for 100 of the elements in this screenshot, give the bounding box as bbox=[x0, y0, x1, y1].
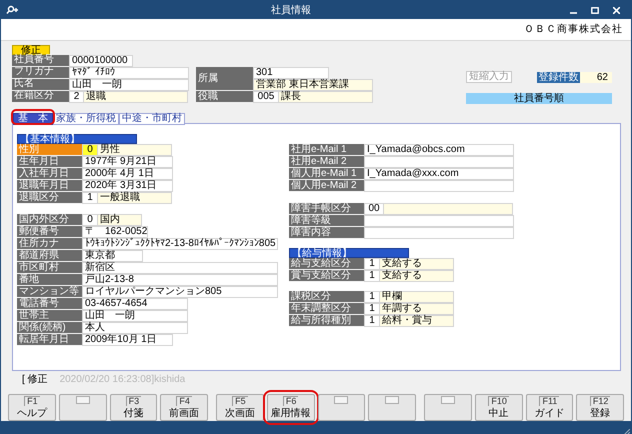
maximize-icon[interactable] bbox=[591, 6, 599, 14]
field-value[interactable]: ﾄｳｷｮｳﾄｼﾝｼﾞｭｸｸﾄﾔﾏ2-13-8ﾛｲﾔﾙﾊﾟｰｸﾏﾝｼｮﾝ805 bbox=[82, 238, 278, 250]
field-label: 市区町村 bbox=[17, 262, 83, 274]
resize-grip-icon[interactable] bbox=[624, 429, 630, 434]
field-label: 障害内容 bbox=[289, 227, 365, 239]
field-value[interactable]: 支給する bbox=[379, 270, 454, 282]
field-value[interactable]: 2020年 3月31日 bbox=[82, 180, 173, 192]
field-value[interactable] bbox=[364, 180, 514, 192]
function-key-button[interactable] bbox=[58, 394, 106, 421]
field-value[interactable] bbox=[364, 215, 514, 227]
field-value[interactable]: 2 bbox=[69, 91, 84, 103]
field-value[interactable]: 山田 一朗 bbox=[82, 310, 188, 322]
field-value[interactable]: 一般退職 bbox=[97, 192, 172, 204]
field-label: 給与所得種別 bbox=[289, 315, 365, 327]
field-label: 転居年月日 bbox=[17, 334, 83, 346]
function-key-button[interactable]: F5 次画面 bbox=[216, 394, 264, 421]
close-icon[interactable] bbox=[613, 6, 620, 14]
company-name: ＯＢＣ商事株式会社 bbox=[524, 22, 623, 37]
record-count-value: 62 bbox=[580, 72, 612, 82]
window-title: 社員情報 bbox=[270, 4, 312, 18]
field-value[interactable]: 課長 bbox=[278, 91, 373, 103]
field-value[interactable]: 甲欄 bbox=[379, 291, 454, 303]
field-value[interactable]: 005 bbox=[253, 91, 279, 103]
field-label: マンション等 bbox=[17, 286, 83, 298]
tab[interactable]: 家族・所得税 bbox=[53, 113, 119, 125]
field-value[interactable]: 営業部 東日本営業課 bbox=[253, 79, 373, 91]
field-value[interactable]: 1 bbox=[364, 270, 380, 282]
function-key-button[interactable]: F11 ガイド bbox=[526, 394, 574, 421]
field-label: 課税区分 bbox=[289, 291, 365, 303]
field-value[interactable]: I_Yamada@obcs.com bbox=[364, 144, 514, 156]
field-value[interactable]: 1977年 9月21日 bbox=[82, 156, 173, 168]
field-value[interactable]: 退職 bbox=[83, 91, 188, 103]
field-label: 在籍区分 bbox=[12, 91, 70, 103]
field-value[interactable]: 0 bbox=[82, 214, 98, 226]
mode-badge: 修正 bbox=[12, 45, 50, 55]
field-label: 番地 bbox=[17, 274, 83, 286]
field-value[interactable] bbox=[383, 203, 513, 215]
field-label: 所属 bbox=[196, 67, 254, 91]
field-value[interactable]: 1 bbox=[82, 192, 98, 204]
field-label: 社用e-Mail 1 bbox=[289, 144, 365, 156]
field-value[interactable]: 本人 bbox=[82, 322, 188, 334]
field-value[interactable]: 2009年10月 1日 bbox=[82, 334, 173, 346]
field-label: 国内外区分 bbox=[17, 214, 83, 226]
field-label: フリガナ bbox=[12, 67, 70, 79]
field-value[interactable]: 03-4657-4654 bbox=[82, 298, 188, 310]
field-value[interactable]: 1 bbox=[364, 303, 380, 315]
function-key-button[interactable]: F4 前画面 bbox=[160, 394, 208, 421]
function-key-button[interactable]: F6 雇用情報 bbox=[266, 394, 314, 421]
field-value[interactable]: ﾔﾏﾀﾞ ｲﾁﾛｳ bbox=[69, 67, 189, 79]
field-value[interactable]: 男性 bbox=[97, 144, 172, 156]
field-value[interactable]: 1 bbox=[364, 258, 380, 270]
function-key-button[interactable] bbox=[318, 394, 366, 421]
field-label: 入社年月日 bbox=[17, 168, 83, 180]
function-key-button[interactable]: F1 ヘルプ bbox=[8, 394, 56, 421]
field-label: 退職区分 bbox=[17, 192, 83, 204]
field-label: 給与支給区分 bbox=[289, 258, 365, 270]
field-value[interactable]: 東京都 bbox=[82, 250, 143, 262]
field-value[interactable] bbox=[364, 156, 514, 168]
field-value[interactable]: 山田 一朗 bbox=[69, 79, 189, 91]
field-value[interactable]: 戸山2-13-8 bbox=[82, 274, 278, 286]
history-mode: [ 修正 bbox=[22, 373, 48, 387]
field-value[interactable]: 301 bbox=[253, 67, 329, 79]
field-label: 住所カナ bbox=[17, 238, 83, 250]
field-value[interactable]: 新宿区 bbox=[82, 262, 278, 274]
field-value[interactable]: 0 bbox=[82, 144, 98, 156]
function-key-button[interactable]: F10 中止 bbox=[474, 394, 522, 421]
field-label: 郵便番号 bbox=[17, 226, 83, 238]
field-value[interactable]: I_Yamada@xxx.com bbox=[364, 168, 514, 180]
field-value[interactable]: 国内 bbox=[97, 214, 142, 226]
field-label: 個人用e-Mail 2 bbox=[289, 180, 365, 192]
field-value[interactable]: 年調する bbox=[379, 303, 454, 315]
tab[interactable]: 中途・市町村 bbox=[119, 113, 185, 125]
field-label: 氏名 bbox=[12, 79, 70, 91]
field-label: 生年月日 bbox=[17, 156, 83, 168]
section-heading: 【基本情報】 bbox=[17, 134, 137, 144]
field-value[interactable]: 00 bbox=[364, 203, 384, 215]
field-value[interactable]: 支給する bbox=[379, 258, 454, 270]
function-key-button[interactable] bbox=[368, 394, 416, 421]
function-key-button[interactable] bbox=[424, 394, 472, 421]
field-value[interactable]: 1 bbox=[364, 315, 380, 327]
field-label: 年末調整区分 bbox=[289, 303, 365, 315]
history-timestamp: 2020/02/20 16:23:08] bbox=[60, 373, 154, 387]
section-heading: 【給与情報】 bbox=[289, 248, 409, 258]
field-label: 障害手帳区分 bbox=[289, 203, 365, 215]
field-value[interactable] bbox=[364, 227, 514, 239]
field-value[interactable]: 給料・賞与 bbox=[379, 315, 454, 327]
field-value[interactable]: ロイヤルパークマンション805 bbox=[82, 286, 278, 298]
field-value[interactable]: 〒 162-0052 bbox=[82, 226, 148, 238]
field-label: 世帯主 bbox=[17, 310, 83, 322]
field-value[interactable]: 2000年 4月 1日 bbox=[82, 168, 173, 180]
tab[interactable]: 基 本 bbox=[13, 113, 53, 125]
field-label: 関係(続柄) bbox=[17, 322, 83, 334]
search-plus-icon[interactable] bbox=[5, 5, 19, 15]
field-value[interactable]: 0000100000 bbox=[69, 55, 133, 67]
field-label: 電話番号 bbox=[17, 298, 83, 310]
field-label: 社員番号 bbox=[12, 55, 70, 67]
function-key-button[interactable]: F12 登録 bbox=[576, 394, 624, 421]
function-key-button[interactable]: F3 付箋 bbox=[110, 394, 158, 421]
field-label: 退職年月日 bbox=[17, 180, 83, 192]
field-value[interactable]: 1 bbox=[364, 291, 380, 303]
